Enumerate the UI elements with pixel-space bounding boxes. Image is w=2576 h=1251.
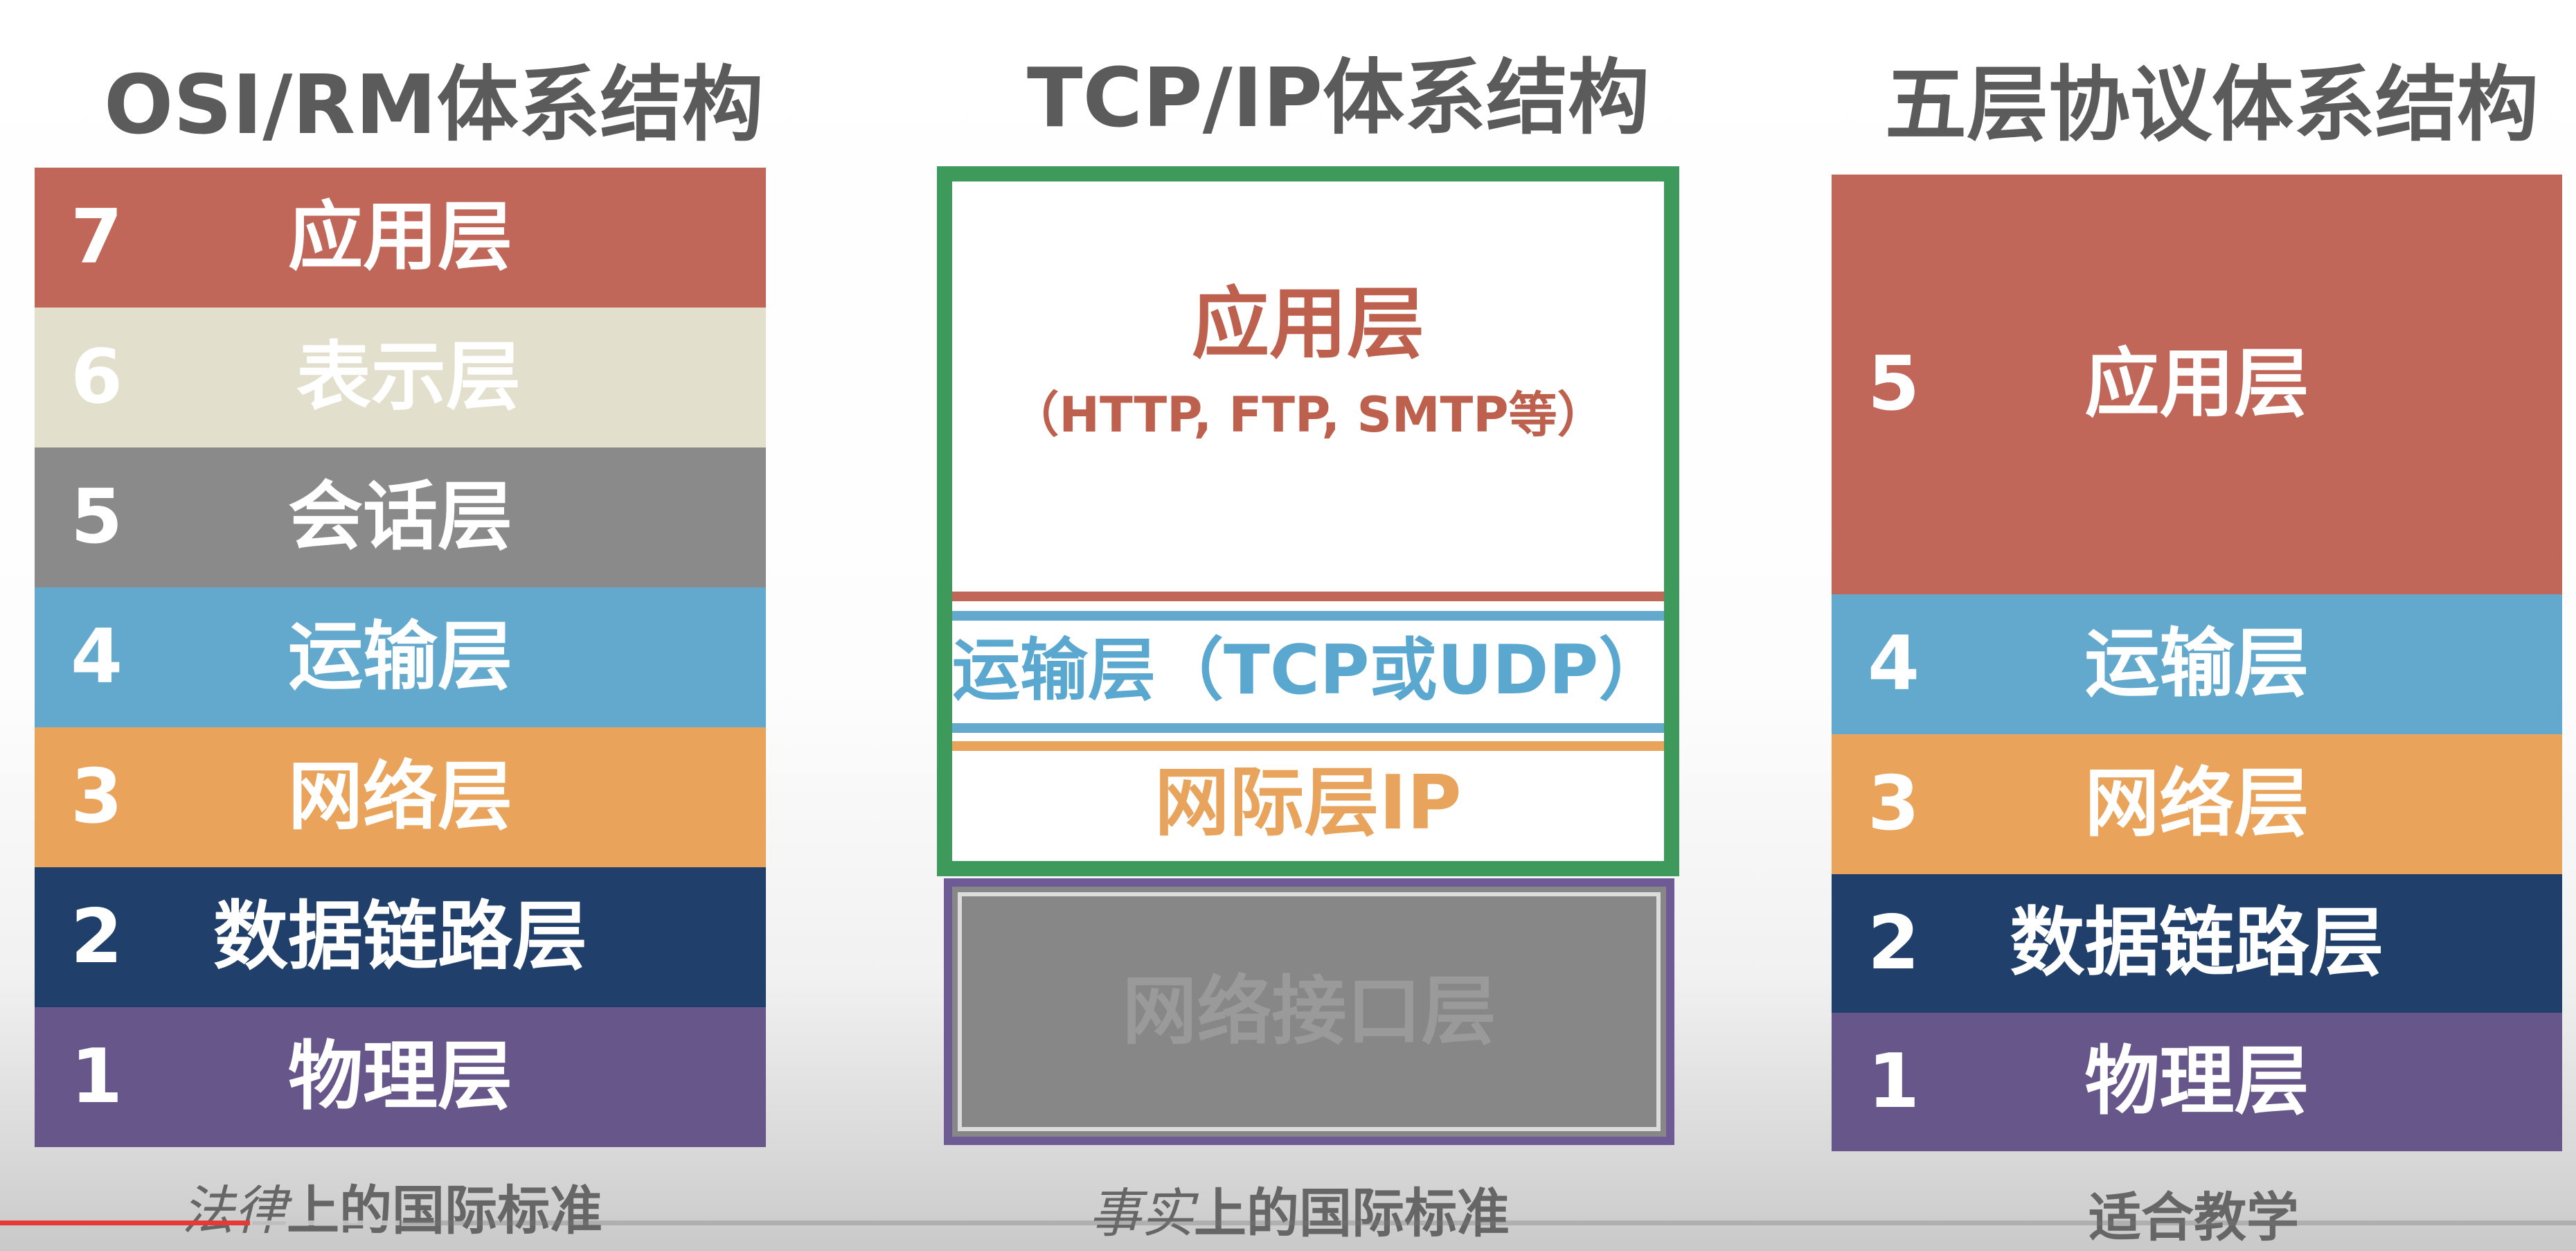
five-layer-stack: 5 应用层 4 运输层 3 网络层 2 数据链路层 1 物理层	[1832, 175, 2562, 1151]
tcpip-application-protocols: （HTTP, FTP, SMTP等）	[1010, 387, 1606, 443]
tcpip-application-layer: 应用层 （HTTP, FTP, SMTP等）	[952, 181, 1664, 592]
internet-top-line	[952, 741, 1664, 751]
five-layer-name: 运输层	[2084, 621, 2309, 707]
application-divider-line	[952, 592, 1664, 601]
five-layer-4: 4 运输层	[1832, 594, 2562, 734]
osi-layer-2: 2 数据链路层	[35, 867, 766, 1007]
tcpip-caption-rest: 上的国际标准	[1194, 1182, 1510, 1244]
five-layer-title: 五层协议体系结构	[1885, 57, 2539, 152]
osi-caption: 法律上的国际标准	[181, 1185, 602, 1237]
five-layer-caption: 适合教学	[2088, 1187, 2299, 1248]
tcpip-network-interface-layer: 网络接口层	[944, 878, 1674, 1145]
osi-layer-4: 4 运输层	[35, 587, 766, 727]
osi-layer-name: 数据链路层	[213, 894, 587, 980]
osi-layer-name: 物理层	[287, 1033, 512, 1120]
five-layer-name: 物理层	[2084, 1038, 2309, 1125]
transport-top-line	[952, 611, 1664, 621]
osi-layer-name: 会话层	[287, 474, 512, 560]
osi-caption-italic: 法律	[181, 1180, 287, 1241]
osi-layer-6: 6 表示层	[35, 308, 766, 447]
five-layer-name: 数据链路层	[2010, 900, 2384, 986]
tcpip-transport-layer-label: 运输层（TCP或UDP）	[952, 631, 1667, 710]
osi-layer-7: 7 应用层	[35, 168, 766, 308]
osi-layer-name: 表示层	[296, 334, 521, 420]
tcpip-caption-italic: 事实	[1089, 1182, 1194, 1244]
video-progress-bar[interactable]	[0, 1221, 2576, 1225]
tcpip-title: TCP/IP体系结构	[1027, 50, 1650, 145]
five-layer-3: 3 网络层	[1832, 734, 2562, 874]
tcpip-internet-layer-label: 网际层IP	[1154, 760, 1462, 846]
osi-layer-name: 网络层	[287, 754, 512, 840]
osi-layer-5: 5 会话层	[35, 447, 766, 587]
osi-layer-stack: 7 应用层 6 表示层 5 会话层 4 运输层 3 网络层 2 数据链路层 1 物理层	[35, 168, 766, 1147]
five-layer-name: 网络层	[2084, 761, 2309, 847]
five-layer-1: 1 物理层	[1832, 1013, 2562, 1151]
five-layer-name: 应用层	[2084, 341, 2309, 427]
osi-layer-name: 应用层	[287, 194, 512, 281]
video-played-bar	[0, 1221, 250, 1225]
network-interface-label: 网络接口层	[1122, 968, 1496, 1055]
tcpip-green-frame: 应用层 （HTTP, FTP, SMTP等） 运输层（TCP或UDP） 网际层I…	[937, 166, 1679, 876]
tcpip-application-layer-label: 应用层	[1192, 279, 1424, 369]
transport-bottom-line	[952, 723, 1664, 733]
osi-layer-name: 运输层	[287, 614, 512, 700]
five-layer-2: 2 数据链路层	[1832, 874, 2562, 1013]
osi-caption-rest: 上的国际标准	[287, 1180, 602, 1241]
five-layer-5: 5 应用层	[1832, 175, 2562, 594]
osi-title: OSI/RM体系结构	[104, 57, 764, 152]
osi-layer-1: 1 物理层	[35, 1007, 766, 1147]
osi-layer-3: 3 网络层	[35, 727, 766, 867]
tcpip-caption: 事实上的国际标准	[1089, 1187, 1510, 1240]
